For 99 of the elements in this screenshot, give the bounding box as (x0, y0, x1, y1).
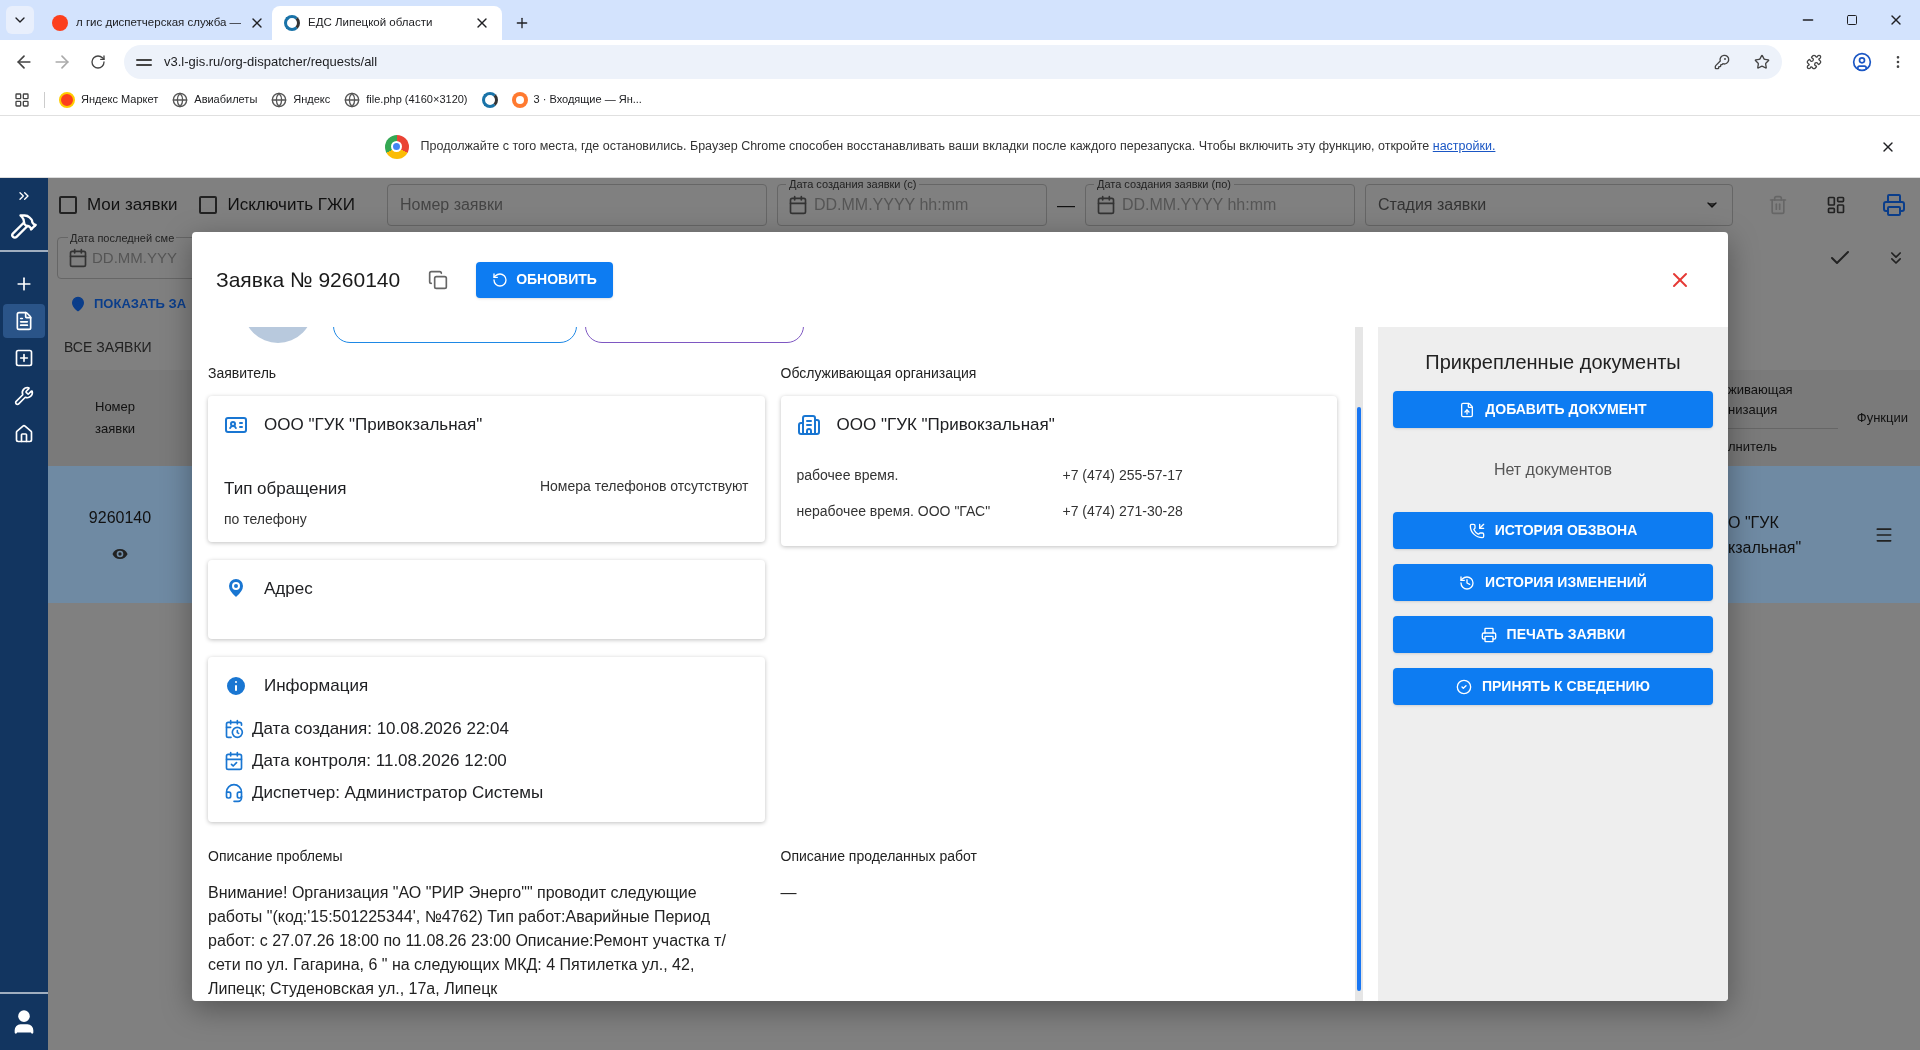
wrench-icon[interactable] (14, 386, 34, 406)
org-name: ООО "ГУК "Привокзальная" (264, 414, 483, 436)
history-icon (1459, 574, 1476, 591)
table-cell-text: О "ГУК кзальная" (1728, 512, 1803, 558)
market-logo-icon (59, 91, 75, 108)
card-title: Информация (264, 675, 369, 697)
reload-icon[interactable] (90, 54, 106, 70)
check-circle-icon (1455, 678, 1472, 695)
section-label: Заявитель (208, 364, 278, 383)
copy-icon[interactable] (428, 269, 449, 290)
restore-message: Продолжайте с того места, где остановились. Браузер Chrome способен восстанавливать ваши вкладки после каждого перезапуска. Чтобы включить эту функцию, откройте настройки. (420, 138, 1496, 156)
column-header: Функции (1856, 409, 1908, 428)
headset-icon (224, 782, 244, 803)
home-icon[interactable] (14, 424, 34, 444)
bookmark-item[interactable] (481, 91, 498, 108)
field-label: Тип обращения (224, 477, 347, 500)
filter-checkbox[interactable]: Исключить ГЖИ (199, 192, 355, 218)
bookmark-item[interactable]: file.php (4160×3120) (344, 91, 468, 108)
org-name: ООО "ГУК "Привокзальная" (836, 414, 1055, 436)
info-line: Дата создания: 10.08.2026 22:04 (252, 717, 509, 740)
card-title: Адрес (264, 578, 313, 600)
bookmark-item[interactable]: Яндекс Маркет (59, 91, 159, 108)
field-label: Дата создания заявки (с) (785, 178, 920, 193)
search-logo-icon (52, 15, 68, 31)
filter-checkbox[interactable]: Мои заявки (59, 192, 178, 218)
action-button[interactable]: ИСТОРИЯ ИЗМЕНЕНИЙ (1393, 564, 1713, 601)
refresh-button[interactable]: ОБНОВИТЬ (476, 261, 613, 298)
section-label: Описание проблемы (208, 847, 344, 866)
add-document-button[interactable]: ДОБАВИТЬ ДОКУМЕНТ (1393, 391, 1713, 428)
calendar-icon (1095, 195, 1116, 215)
profile-icon[interactable] (1852, 52, 1872, 72)
show-map-link[interactable]: ПОКАЗАТЬ ЗА (94, 294, 187, 314)
phone-number: +7 (474) 271-30-28 (1062, 502, 1183, 521)
section-label: Обслуживающая организация (780, 364, 978, 383)
chrome-logo-icon (384, 134, 409, 159)
info-line: Диспетчер: Администратор Системы (252, 781, 544, 804)
action-button[interactable]: ПЕЧАТЬ ЗАЯВКИ (1393, 616, 1713, 653)
work-description: — (780, 883, 797, 903)
action-button[interactable]: ИСТОРИЯ ОБЗВОНА (1393, 512, 1713, 549)
phones-text: Номера телефонов отсутствуют (539, 477, 749, 496)
contact-label: нерабочее время. ООО "ГАС" (796, 502, 992, 521)
layout-icon[interactable] (1826, 195, 1846, 215)
map-pin-icon (70, 296, 86, 312)
mail-logo-icon (511, 91, 528, 108)
address-field[interactable]: v3.l-gis.ru/org-dispatcher/requests/all (124, 45, 1782, 79)
bookmark-item[interactable]: 3 · Входящие — Ян... (511, 91, 642, 108)
action-button[interactable]: ПРИНЯТЬ К СВЕДЕНИЮ (1393, 668, 1713, 705)
requests-tab[interactable]: ВСЕ ЗАЯВКИ (64, 336, 152, 358)
column-header: лнитель (1728, 437, 1778, 456)
browser-tab[interactable]: л гис диспетчерская служба — (40, 6, 272, 40)
file-upload-icon (1459, 401, 1476, 418)
calendar-icon (787, 195, 808, 215)
calendar-icon (68, 248, 88, 268)
printer-icon[interactable] (1882, 193, 1906, 217)
document-icon (14, 311, 34, 331)
contact-label: рабочее время. (796, 466, 900, 485)
phone-number: +7 (474) 255-57-17 (1062, 466, 1183, 485)
problem-description: Внимание! Организация "АО "РИР Энерго"" проводит следующие работы "(код:'15:501225344', №4762) Тип работ:Аварийные Период работ: с 27.07.26 18:00 по 11.08.26 23:00 Описание:Ремонт участка т/сети по ул. Гагарина, 6 " на следующих МКД: 4 Пятилетка ул., 42, Липецк; Студеновская ул., 17а, Липецк (208, 883, 727, 999)
scrollbar-thumb[interactable] (1357, 407, 1361, 991)
field-label: Дата создания заявки (по) (1093, 178, 1234, 193)
tab-search-button[interactable] (6, 6, 34, 34)
settings-link[interactable]: настройки. (1432, 139, 1496, 154)
site-logo-icon (284, 15, 300, 31)
globe-icon (344, 91, 361, 108)
sidebar-item[interactable] (3, 304, 45, 338)
bookmark-item[interactable]: Авиабилеты (172, 91, 258, 108)
number-field[interactable]: Номер заявки (386, 184, 767, 226)
key-icon[interactable] (1714, 54, 1730, 70)
tab-title: ЕДС Липецкой области (308, 15, 434, 31)
section-label: Описание проделанных работ (780, 847, 978, 866)
column-header: Номер заявки (95, 398, 137, 438)
bookmark-star-icon[interactable] (1754, 54, 1770, 70)
site-logo-icon (481, 91, 498, 108)
apps-icon[interactable] (14, 91, 30, 108)
printer-icon (1480, 626, 1497, 643)
calendar-check-icon (224, 750, 244, 771)
panel-title: Прикрепленные документы (1425, 350, 1681, 375)
new-tab-icon[interactable] (514, 15, 530, 31)
field-value: по телефону (224, 510, 308, 529)
tools-icon[interactable] (10, 212, 38, 240)
info-line: Дата контроля: 11.08.2026 12:00 (252, 749, 507, 772)
empty-documents-text: Нет документов (1493, 460, 1613, 480)
scrollbar[interactable] (1355, 327, 1363, 1001)
extensions-icon[interactable] (1806, 54, 1822, 70)
bookmark-item[interactable]: Яндекс (271, 91, 331, 108)
browser-tab[interactable]: ЕДС Липецкой области (272, 6, 502, 40)
building-icon (796, 412, 821, 437)
phone-icon (1468, 522, 1485, 539)
calendar-icon (224, 718, 244, 739)
table-cell-text: 9260140 (88, 507, 152, 528)
tab-title: л гис диспетчерская служба — (76, 15, 242, 31)
refresh-icon (492, 271, 509, 288)
globe-icon (271, 91, 288, 108)
url-text: v3.l-gis.ru/org-dispatcher/requests/all (164, 53, 379, 72)
restore-icon[interactable] (1846, 14, 1858, 26)
globe-icon (172, 91, 189, 108)
stage-select[interactable]: Стадия заявки (1364, 184, 1733, 226)
range-dash: — (1056, 193, 1075, 217)
table-add-icon[interactable] (14, 348, 34, 368)
